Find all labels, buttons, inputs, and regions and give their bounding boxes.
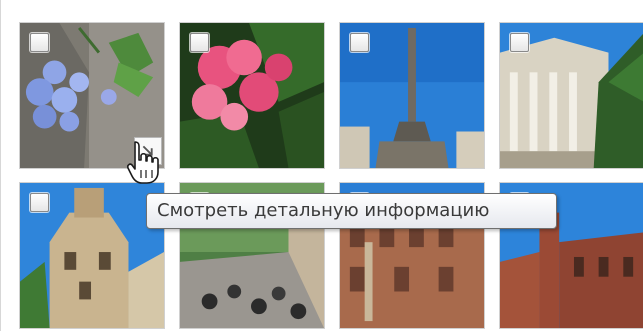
select-checkbox[interactable]	[190, 33, 209, 52]
select-checkbox[interactable]	[510, 33, 529, 52]
tooltip-text: Смотреть детальную информацию	[157, 200, 490, 221]
photo-tile[interactable]	[499, 22, 643, 169]
photo-tile[interactable]	[339, 22, 485, 169]
photo-tile[interactable]	[19, 182, 165, 329]
photo-gallery: Смотреть детальную информацию	[0, 0, 643, 331]
hand-pointer-icon	[127, 141, 159, 184]
photo-tile[interactable]	[179, 22, 325, 169]
tooltip: Смотреть детальную информацию	[146, 193, 557, 229]
select-checkbox[interactable]	[30, 193, 49, 212]
select-checkbox[interactable]	[350, 33, 369, 52]
select-checkbox[interactable]	[30, 33, 49, 52]
